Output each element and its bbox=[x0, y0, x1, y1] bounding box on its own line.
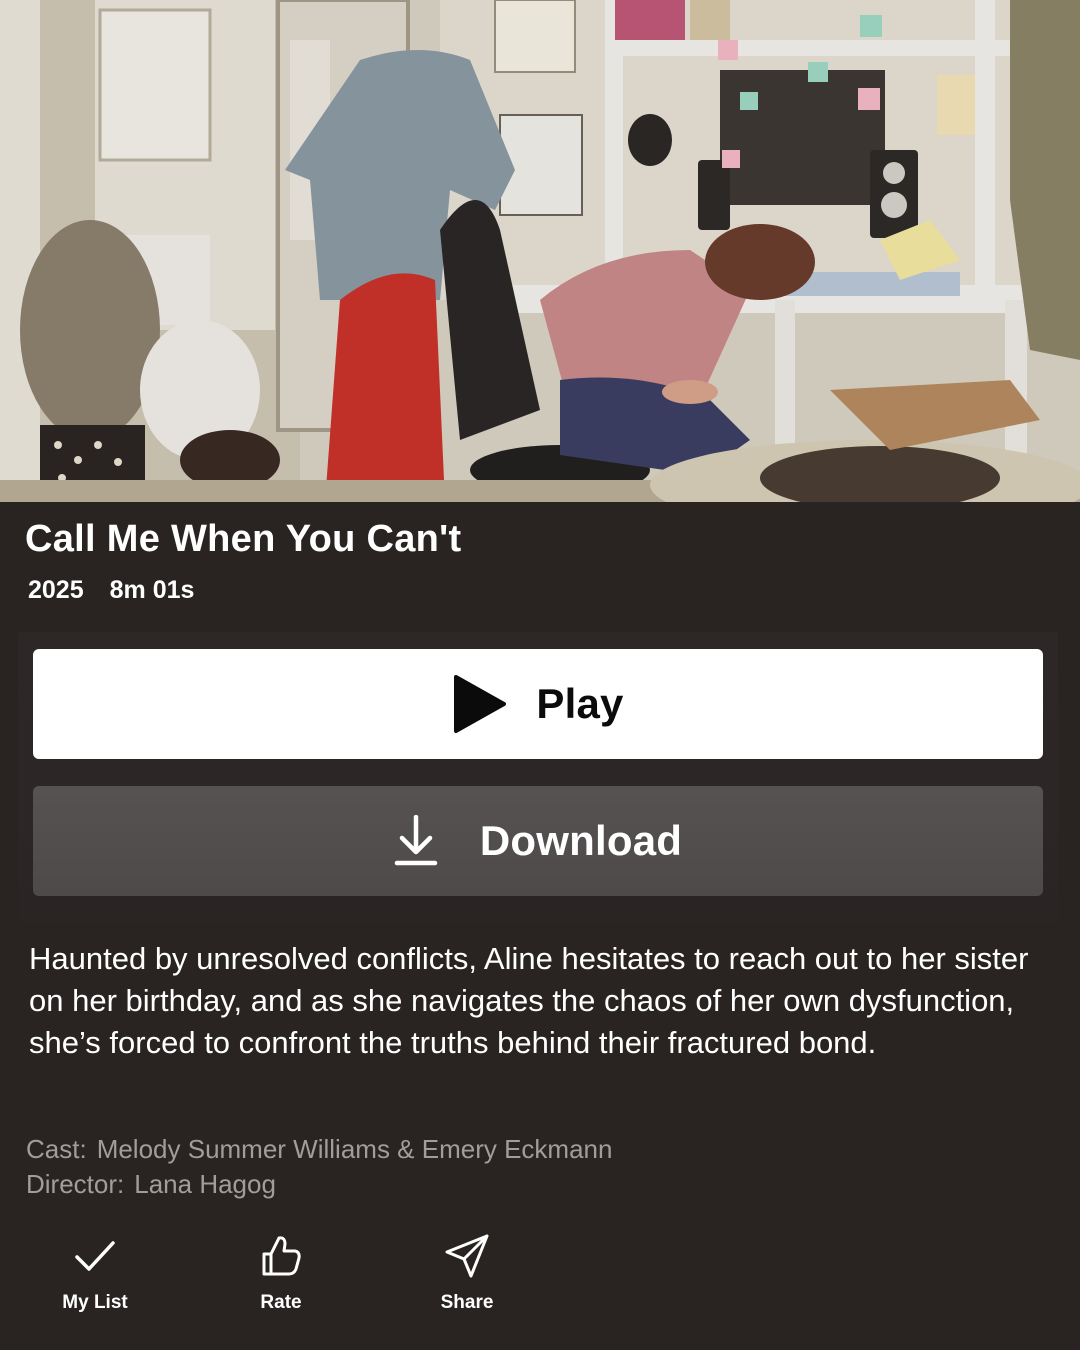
runtime: 8m 01s bbox=[109, 576, 195, 604]
director-label: Director: bbox=[26, 1169, 125, 1199]
play-button-label: Play bbox=[536, 680, 624, 727]
release-year: 2025 bbox=[28, 576, 84, 604]
director-row: Director: Lana Hagog bbox=[26, 1167, 612, 1202]
credits: Cast: Melody Summer Williams & Emery Eckm… bbox=[26, 1132, 612, 1202]
rate-button[interactable]: Rate bbox=[211, 1232, 351, 1314]
send-icon bbox=[445, 1234, 489, 1278]
director-name[interactable]: Lana Hagog bbox=[134, 1169, 276, 1199]
my-list-button[interactable]: My List bbox=[25, 1232, 165, 1314]
synopsis: Haunted by unresolved conflicts, Aline h… bbox=[29, 941, 1029, 1060]
download-button[interactable]: Download bbox=[33, 786, 1043, 896]
cast-row: Cast: Melody Summer Williams & Emery Eckm… bbox=[26, 1132, 612, 1167]
movie-meta: 2025 8m 01s bbox=[28, 576, 194, 605]
thumbs-up-icon bbox=[262, 1236, 301, 1276]
play-button[interactable]: Play bbox=[33, 649, 1043, 759]
my-list-label: My List bbox=[62, 1292, 128, 1313]
check-icon bbox=[75, 1241, 115, 1271]
hero-image bbox=[0, 0, 1080, 502]
cast-names[interactable]: Melody Summer Williams & Emery Eckmann bbox=[97, 1134, 613, 1164]
rate-label: Rate bbox=[260, 1292, 302, 1313]
movie-title: Call Me When You Can't bbox=[25, 518, 462, 560]
share-button[interactable]: Share bbox=[397, 1232, 537, 1314]
play-icon bbox=[454, 675, 507, 733]
share-label: Share bbox=[440, 1292, 494, 1313]
cast-label: Cast: bbox=[26, 1134, 87, 1164]
download-icon bbox=[394, 815, 438, 866]
title-detail-page: Call Me When You Can't 2025 8m 01s Play … bbox=[0, 0, 1080, 1350]
download-button-label: Download bbox=[479, 817, 683, 864]
